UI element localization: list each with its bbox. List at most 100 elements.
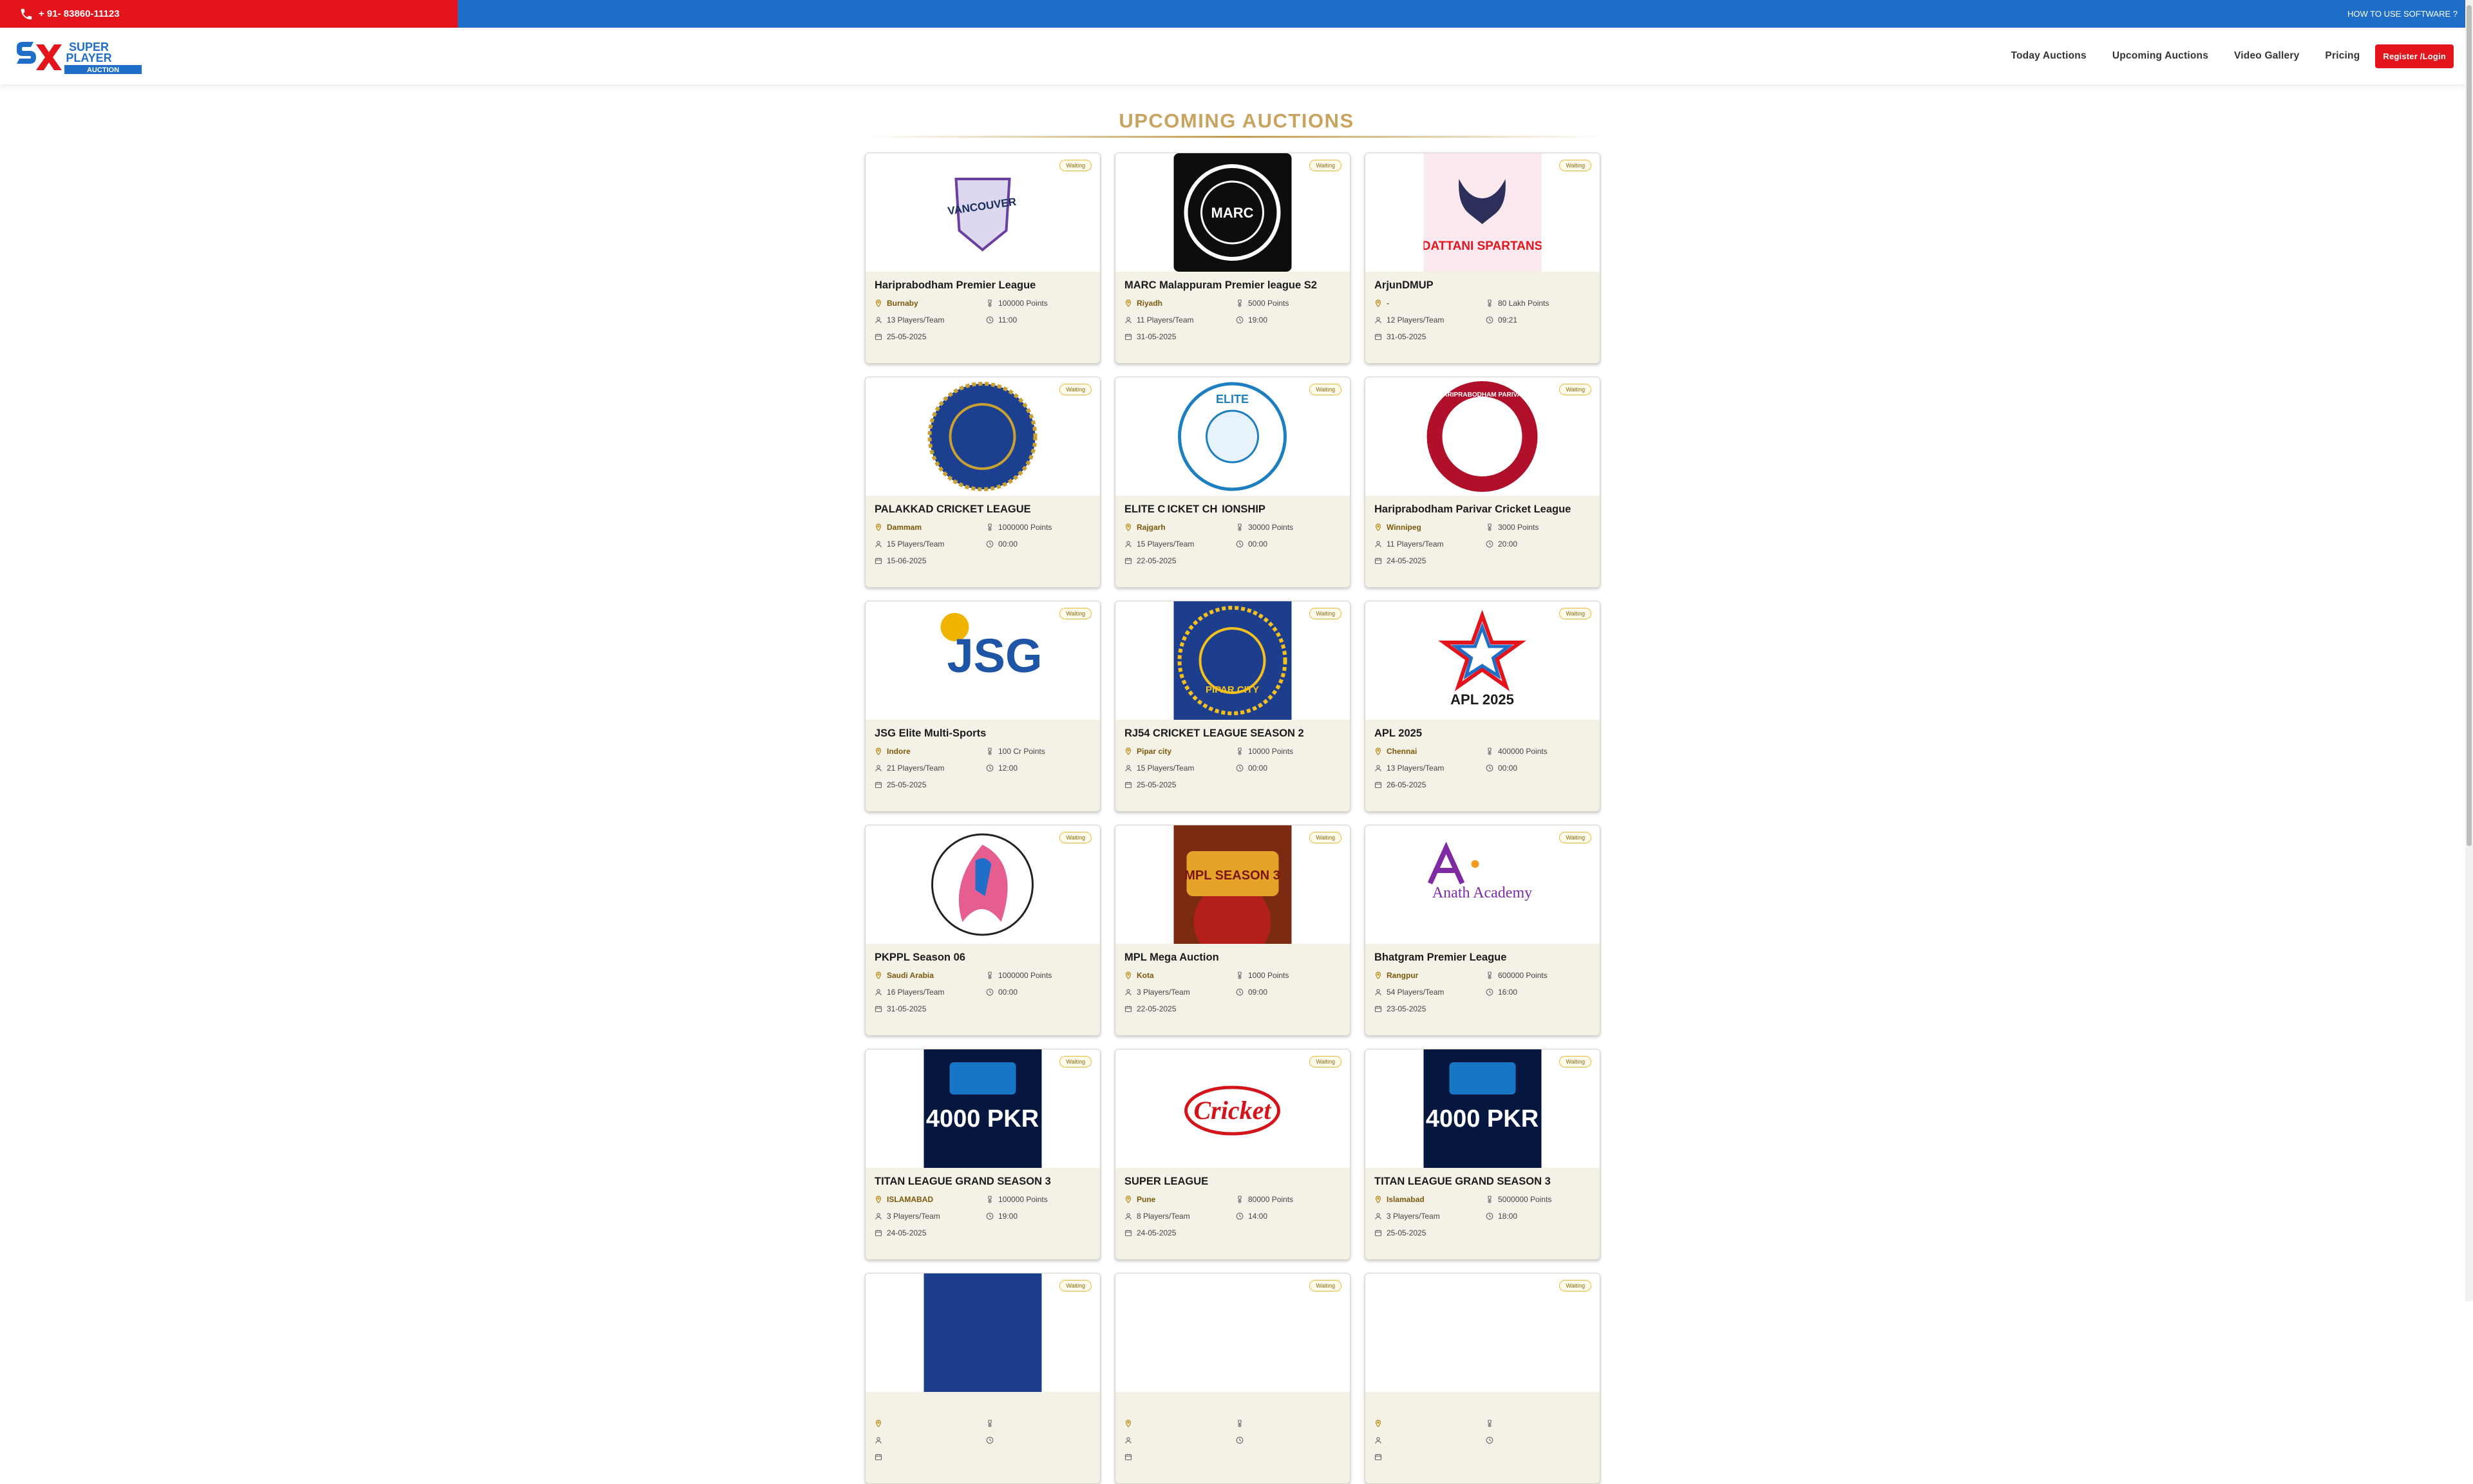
location-icon <box>875 972 882 979</box>
status-badge: Waiting <box>1559 832 1591 843</box>
auction-card[interactable]: DATTANI SPARTANS Waiting ArjunDMUP - 80 … <box>1365 153 1600 364</box>
auction-points: 5000 Points <box>1248 299 1289 308</box>
calendar-icon <box>1374 1006 1382 1013</box>
auction-image: JSG Waiting <box>866 601 1100 720</box>
auction-card[interactable]: Waiting PKPPL Season 06 Saudi Arabia 100… <box>865 825 1101 1036</box>
league-logo: ELITE <box>1173 377 1292 496</box>
logo-text: PIPAR CITY <box>1206 684 1259 695</box>
players-icon <box>1125 317 1132 324</box>
how-to-use-link[interactable]: HOW TO USE SOFTWARE ? <box>2347 0 2458 28</box>
location-icon <box>875 299 882 307</box>
auction-location: Indore <box>887 747 911 756</box>
scrollbar[interactable] <box>2465 0 2473 1301</box>
league-logo: MPL SEASON 3 <box>1173 825 1292 944</box>
auction-image: Waiting <box>866 1273 1100 1392</box>
auction-card[interactable]: 4000 PKR Waiting TITAN LEAGUE GRAND SEAS… <box>865 1049 1101 1260</box>
auction-image: MPL SEASON 3 Waiting <box>1115 825 1350 944</box>
points-icon <box>988 299 992 307</box>
auction-card[interactable]: Waiting <box>1115 1273 1350 1484</box>
league-logo <box>924 1273 1042 1392</box>
location-icon <box>1375 1196 1381 1203</box>
clock-icon <box>986 764 994 772</box>
status-badge: Waiting <box>1309 384 1341 395</box>
calendar-icon <box>1124 1006 1132 1013</box>
calendar-icon <box>875 558 882 565</box>
auction-date: 31-05-2025 <box>1387 332 1426 341</box>
calendar-icon <box>1124 782 1132 789</box>
auction-card[interactable]: Waiting <box>1365 1273 1600 1484</box>
auction-players: 15 Players/Team <box>1137 764 1195 773</box>
auction-location: Rangpur <box>1387 971 1419 980</box>
points-icon <box>988 523 992 531</box>
auction-title: Hariprabodham Parivar Cricket League <box>1374 503 1571 515</box>
players-icon <box>1375 765 1381 772</box>
status-badge: Waiting <box>1559 384 1591 395</box>
auction-card[interactable]: Waiting PALAKKAD CRICKET LEAGUE Dammam 1… <box>865 377 1101 588</box>
nav-upcoming-auctions[interactable]: Upcoming Auctions <box>2112 50 2208 62</box>
nav-menu: Today Auctions Upcoming Auctions Video G… <box>1985 28 2454 84</box>
phone-icon <box>21 8 32 19</box>
auction-time: 20:00 <box>1498 540 1518 549</box>
auction-card[interactable]: PIPAR CITY Waiting RJ54 CRICKET LEAGUE S… <box>1115 601 1350 812</box>
logo-text: MPL SEASON 3 <box>1184 869 1280 883</box>
clock-icon <box>986 540 994 548</box>
nav-video-gallery[interactable]: Video Gallery <box>2234 50 2299 62</box>
super-player-auction-logo[interactable]: SUPER PLAYER AUCTION <box>14 38 144 75</box>
clock-icon <box>1486 540 1493 548</box>
nav-today-auctions[interactable]: Today Auctions <box>2011 50 2086 62</box>
auction-card[interactable]: Cricket Waiting SUPER LEAGUE Pune 80000 … <box>1115 1049 1350 1260</box>
points-icon <box>1238 523 1242 531</box>
clock-icon <box>1236 316 1244 324</box>
auction-info: Indore 100 Cr Points 21 Players/Team 12:… <box>875 746 1091 791</box>
auction-title: Hariprabodham Premier League <box>875 279 1036 291</box>
nav-pricing[interactable]: Pricing <box>2325 50 2360 62</box>
phone-contact[interactable]: + 91- 83860-11123 <box>19 0 120 28</box>
auction-location: Chennai <box>1387 747 1417 756</box>
auction-date: 31-05-2025 <box>1137 332 1177 341</box>
auction-card[interactable]: MARC Waiting MARC Malappuram Premier lea… <box>1115 153 1350 364</box>
scrollbar-thumb[interactable] <box>2467 5 2472 846</box>
points-icon <box>1488 972 1492 979</box>
auction-title: TITAN LEAGUE GRAND SEASON 3 <box>875 1176 1051 1187</box>
status-badge: Waiting <box>1309 1056 1341 1067</box>
clock-icon <box>1486 316 1493 324</box>
auction-date: 23-05-2025 <box>1387 1004 1426 1013</box>
auction-card[interactable]: APL 2025 Waiting APL 2025 Chennai 400000… <box>1365 601 1600 812</box>
auction-time: 16:00 <box>1498 988 1518 997</box>
players-icon <box>875 765 882 772</box>
calendar-icon <box>875 333 882 341</box>
auction-date: 24-05-2025 <box>887 1228 927 1237</box>
logo-text: DATTANI SPARTANS <box>1424 240 1542 253</box>
location-icon <box>1125 523 1132 531</box>
auction-info: - 80 Lakh Points 12 Players/Team 09:21 3… <box>1374 297 1591 343</box>
players-icon <box>1375 541 1381 548</box>
auction-info: Rangpur 600000 Points 54 Players/Team 16… <box>1374 970 1591 1015</box>
auction-info <box>1374 1418 1591 1463</box>
players-icon <box>1375 317 1381 324</box>
status-badge: Waiting <box>1309 832 1341 843</box>
auction-card[interactable]: 4000 PKR Waiting TITAN LEAGUE GRAND SEAS… <box>1365 1049 1600 1260</box>
register-login-button[interactable]: Register /Login <box>2375 44 2454 68</box>
auction-points: 80000 Points <box>1248 1195 1294 1204</box>
auction-card[interactable]: JSG Waiting JSG Elite Multi-Sports Indor… <box>865 601 1101 812</box>
auction-card[interactable]: Waiting <box>865 1273 1101 1484</box>
auction-card[interactable]: ELITE Waiting ELITE C ICKET CH IONSHIP R… <box>1115 377 1350 588</box>
points-icon <box>1238 1196 1242 1203</box>
auction-players: 15 Players/Team <box>887 540 945 549</box>
auction-card[interactable]: MPL SEASON 3 Waiting MPL Mega Auction Ko… <box>1115 825 1350 1036</box>
auction-card[interactable]: HARIPRABODHAM PARIVAR Waiting Hariprabod… <box>1365 377 1600 588</box>
league-logo: Anath Academy <box>1423 825 1542 944</box>
auction-players: 13 Players/Team <box>1387 764 1445 773</box>
calendar-icon <box>875 1454 882 1461</box>
logo-text: 4000 PKR <box>926 1105 1039 1132</box>
auction-image: Waiting <box>866 377 1100 496</box>
calendar-icon <box>1124 1454 1132 1461</box>
auction-location: - <box>1387 299 1389 308</box>
auction-card[interactable]: VANCOUVER Waiting Hariprabodham Premier … <box>865 153 1101 364</box>
location-icon <box>1125 1196 1132 1203</box>
calendar-icon <box>1124 558 1132 565</box>
league-logo: MARC <box>1173 153 1292 272</box>
auction-card[interactable]: Anath Academy Waiting Bhatgram Premier L… <box>1365 825 1600 1036</box>
auction-location: Dammam <box>887 523 922 532</box>
auction-title <box>1374 1400 1591 1414</box>
